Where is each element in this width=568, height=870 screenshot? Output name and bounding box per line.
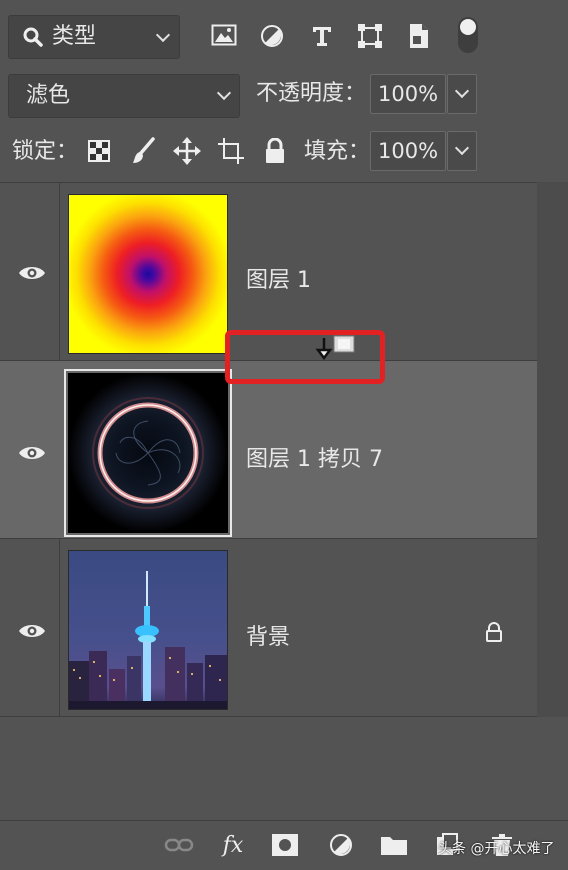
lock-paint-icon[interactable] xyxy=(130,136,158,166)
lock-label: 锁定： xyxy=(12,139,79,164)
drag-drop-cursor-icon xyxy=(314,334,360,360)
layer-row[interactable]: 图层 1 拷贝 7 xyxy=(0,360,537,538)
eye-icon[interactable] xyxy=(18,444,46,462)
eye-icon[interactable] xyxy=(18,622,46,640)
layer-thumbnail xyxy=(68,194,228,354)
layer-name[interactable]: 图层 1 拷贝 7 xyxy=(246,441,383,473)
lock-icon xyxy=(484,621,504,643)
mask-icon[interactable] xyxy=(270,830,300,860)
eye-icon[interactable] xyxy=(18,264,46,282)
lock-artboard-icon[interactable] xyxy=(216,136,246,166)
lock-transparent-icon[interactable] xyxy=(86,138,112,164)
opacity-value: 100% xyxy=(378,82,439,106)
fill-value: 100% xyxy=(378,139,439,163)
search-icon xyxy=(22,26,44,48)
image-filter-icon[interactable] xyxy=(210,22,238,48)
watermark: 头条 @开心太难了 xyxy=(438,841,555,857)
layer-name[interactable]: 背景 xyxy=(246,619,290,651)
adjustment-layer-icon[interactable] xyxy=(326,830,356,860)
filter-toggle-icon[interactable] xyxy=(458,17,478,53)
adjustment-filter-icon[interactable] xyxy=(258,22,286,50)
lock-all-icon[interactable] xyxy=(262,136,288,166)
type-filter-icon[interactable] xyxy=(308,22,336,50)
folder-icon[interactable] xyxy=(378,830,410,860)
lock-move-icon[interactable] xyxy=(172,136,202,166)
smart-object-filter-icon[interactable] xyxy=(405,21,433,51)
fx-icon[interactable]: fx xyxy=(216,830,250,860)
shape-filter-icon[interactable] xyxy=(355,21,385,51)
drop-highlight-box xyxy=(225,330,385,384)
layer-name[interactable]: 图层 1 xyxy=(246,262,311,294)
filter-kind-label: 类型 xyxy=(52,24,97,49)
layer-thumbnail xyxy=(68,550,228,710)
layer-thumbnail xyxy=(64,369,232,537)
layer-row[interactable]: 背景 xyxy=(0,538,537,716)
link-icon[interactable] xyxy=(163,830,195,860)
fill-label: 填充： xyxy=(304,139,371,164)
blend-mode-value: 滤色 xyxy=(26,83,71,108)
opacity-label: 不透明度： xyxy=(256,81,367,106)
